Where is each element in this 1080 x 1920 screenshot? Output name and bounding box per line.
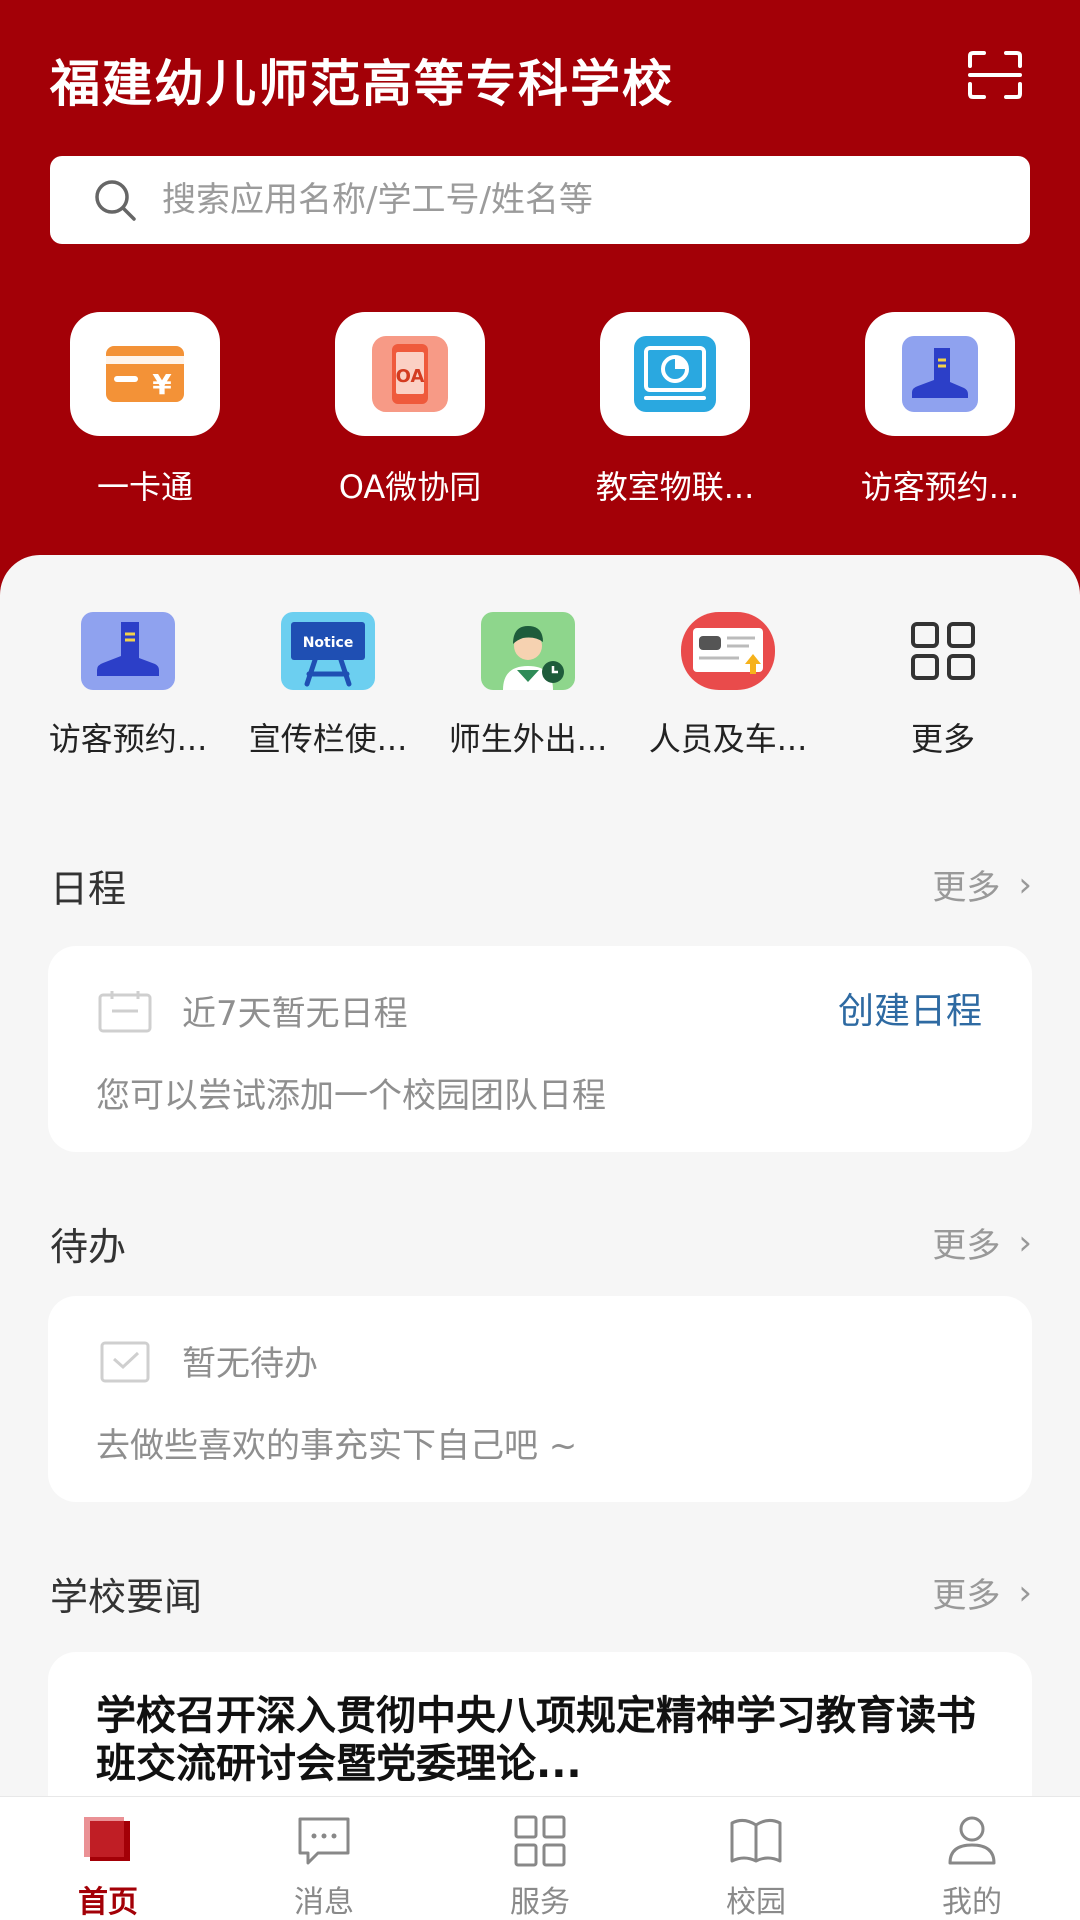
- news-title: 学校要闻: [50, 1575, 203, 1619]
- app-label: 一卡通: [96, 468, 193, 506]
- notice-text: Notice: [303, 635, 354, 651]
- schedule-title: 日程: [50, 867, 127, 911]
- nav-label: 首页: [78, 1885, 138, 1920]
- app-tile: [865, 312, 1015, 436]
- create-schedule-button[interactable]: 创建日程: [838, 982, 982, 1034]
- app-label: 教室物联...: [595, 468, 755, 506]
- news-more-link[interactable]: 更多 ›: [932, 1568, 1032, 1617]
- grid-icon: [911, 622, 975, 680]
- notice-board-icon: Notice: [281, 612, 375, 690]
- services-grid-icon: [514, 1815, 566, 1867]
- nav-label: 服务: [510, 1885, 570, 1920]
- todo-title: 待办: [50, 1225, 127, 1269]
- boot-icon: [81, 612, 175, 690]
- header: 福建幼儿师范高等专科学校 搜索应用名称/学工号/姓名等 ¥ 一卡通 OA OA微…: [0, 0, 1080, 600]
- nav-label: 校园: [726, 1885, 786, 1920]
- app-tile: OA: [335, 312, 485, 436]
- schedule-empty-text: 近7天暂无日程: [182, 994, 408, 1034]
- svg-text:OA: OA: [396, 366, 425, 387]
- schedule-hint: 您可以尝试添加一个校园团队日程: [96, 1076, 606, 1116]
- book-icon: [730, 1818, 782, 1863]
- oa-phone-icon: OA: [372, 336, 448, 412]
- boot-icon: [902, 336, 978, 412]
- news-item-title: 学校召开深入贯彻中央八项规定精神学习教育读书班交流研讨会暨党委理论...: [96, 1693, 976, 1787]
- app-classroom-iot[interactable]: 教室物联...: [560, 312, 780, 512]
- app-oa[interactable]: OA OA微协同: [295, 312, 515, 512]
- top-apps: ¥ 一卡通 OA OA微协同 教室物联... 访客预约...: [0, 312, 1080, 512]
- monitor-chart-icon: [634, 336, 716, 412]
- todo-empty-row: 暂无待办: [98, 1336, 318, 1385]
- app-label: 宣传栏使...: [248, 720, 408, 758]
- nav-profile[interactable]: 我的: [864, 1797, 1080, 1920]
- school-title: 福建幼儿师范高等专科学校: [50, 55, 674, 113]
- svg-text:¥: ¥: [152, 368, 172, 401]
- more-label: 更多: [932, 1576, 1001, 1616]
- todo-more-link[interactable]: 更多 ›: [932, 1218, 1032, 1267]
- card-icon: ¥: [106, 346, 184, 402]
- app-icon-wrap: [79, 610, 177, 692]
- user-icon: [948, 1816, 996, 1865]
- nav-home[interactable]: 首页: [0, 1797, 216, 1920]
- app-icon-wrap: Notice: [279, 610, 377, 692]
- todo-hint: 去做些喜欢的事充实下自己吧 ~: [96, 1426, 578, 1466]
- nav-label: 消息: [294, 1885, 354, 1920]
- nav-messages[interactable]: 消息: [216, 1797, 432, 1920]
- app-tile: [600, 312, 750, 436]
- car-card-icon: [681, 612, 775, 690]
- app-label: 访客预约...: [860, 468, 1020, 506]
- chevron-right-icon: ›: [1018, 1222, 1032, 1263]
- scan-icon: [968, 51, 1022, 99]
- search-icon: [95, 180, 136, 221]
- person-clock-icon: [481, 612, 575, 690]
- checklist-icon: [100, 1341, 150, 1382]
- app-label: 访客预约...: [48, 720, 208, 758]
- search-bar[interactable]: [50, 156, 1030, 244]
- chevron-right-icon: ›: [1018, 1572, 1032, 1613]
- chevron-right-icon: ›: [1018, 864, 1032, 905]
- app-root: 福建幼儿师范高等专科学校 搜索应用名称/学工号/姓名等 ¥ 一卡通 OA OA微…: [0, 0, 1080, 1920]
- app-tile: ¥: [70, 312, 220, 436]
- app-icon-wrap: [679, 610, 777, 692]
- app-visitor-booking[interactable]: 访客预约...: [825, 312, 1045, 512]
- nav-services[interactable]: 服务: [432, 1797, 648, 1920]
- more-label: 更多: [932, 868, 1001, 908]
- app-icon-wrap: [479, 610, 577, 692]
- todo-empty-text: 暂无待办: [182, 1344, 318, 1384]
- scan-button[interactable]: [966, 50, 1024, 100]
- message-icon: [298, 1817, 350, 1865]
- todo-card: 暂无待办 去做些喜欢的事充实下自己吧 ~: [48, 1296, 1032, 1502]
- calendar-icon: [98, 990, 152, 1032]
- app-label: 人员及车...: [648, 720, 808, 758]
- app-grid: 访客预约... Notice 宣传栏使... 师生外出... 人员及车... 更…: [0, 610, 1080, 760]
- app-label: 师生外出...: [448, 720, 608, 758]
- schedule-more-link[interactable]: 更多 ›: [932, 860, 1032, 909]
- nav-campus[interactable]: 校园: [648, 1797, 864, 1920]
- app-icon-wrap: [894, 610, 992, 692]
- app-label: OA微协同: [338, 468, 482, 506]
- more-label: 更多: [932, 1226, 1001, 1266]
- nav-label: 我的: [942, 1885, 1002, 1920]
- schedule-empty-row: 近7天暂无日程: [98, 986, 408, 1035]
- app-label: 更多: [910, 720, 975, 758]
- app-yikatong[interactable]: ¥ 一卡通: [30, 312, 250, 512]
- home-icon: [84, 1817, 130, 1861]
- bottom-nav: 首页 消息 服务 校园 我的: [0, 1796, 1080, 1920]
- search-input[interactable]: [160, 179, 964, 221]
- schedule-card: 近7天暂无日程 创建日程 您可以尝试添加一个校园团队日程: [48, 946, 1032, 1152]
